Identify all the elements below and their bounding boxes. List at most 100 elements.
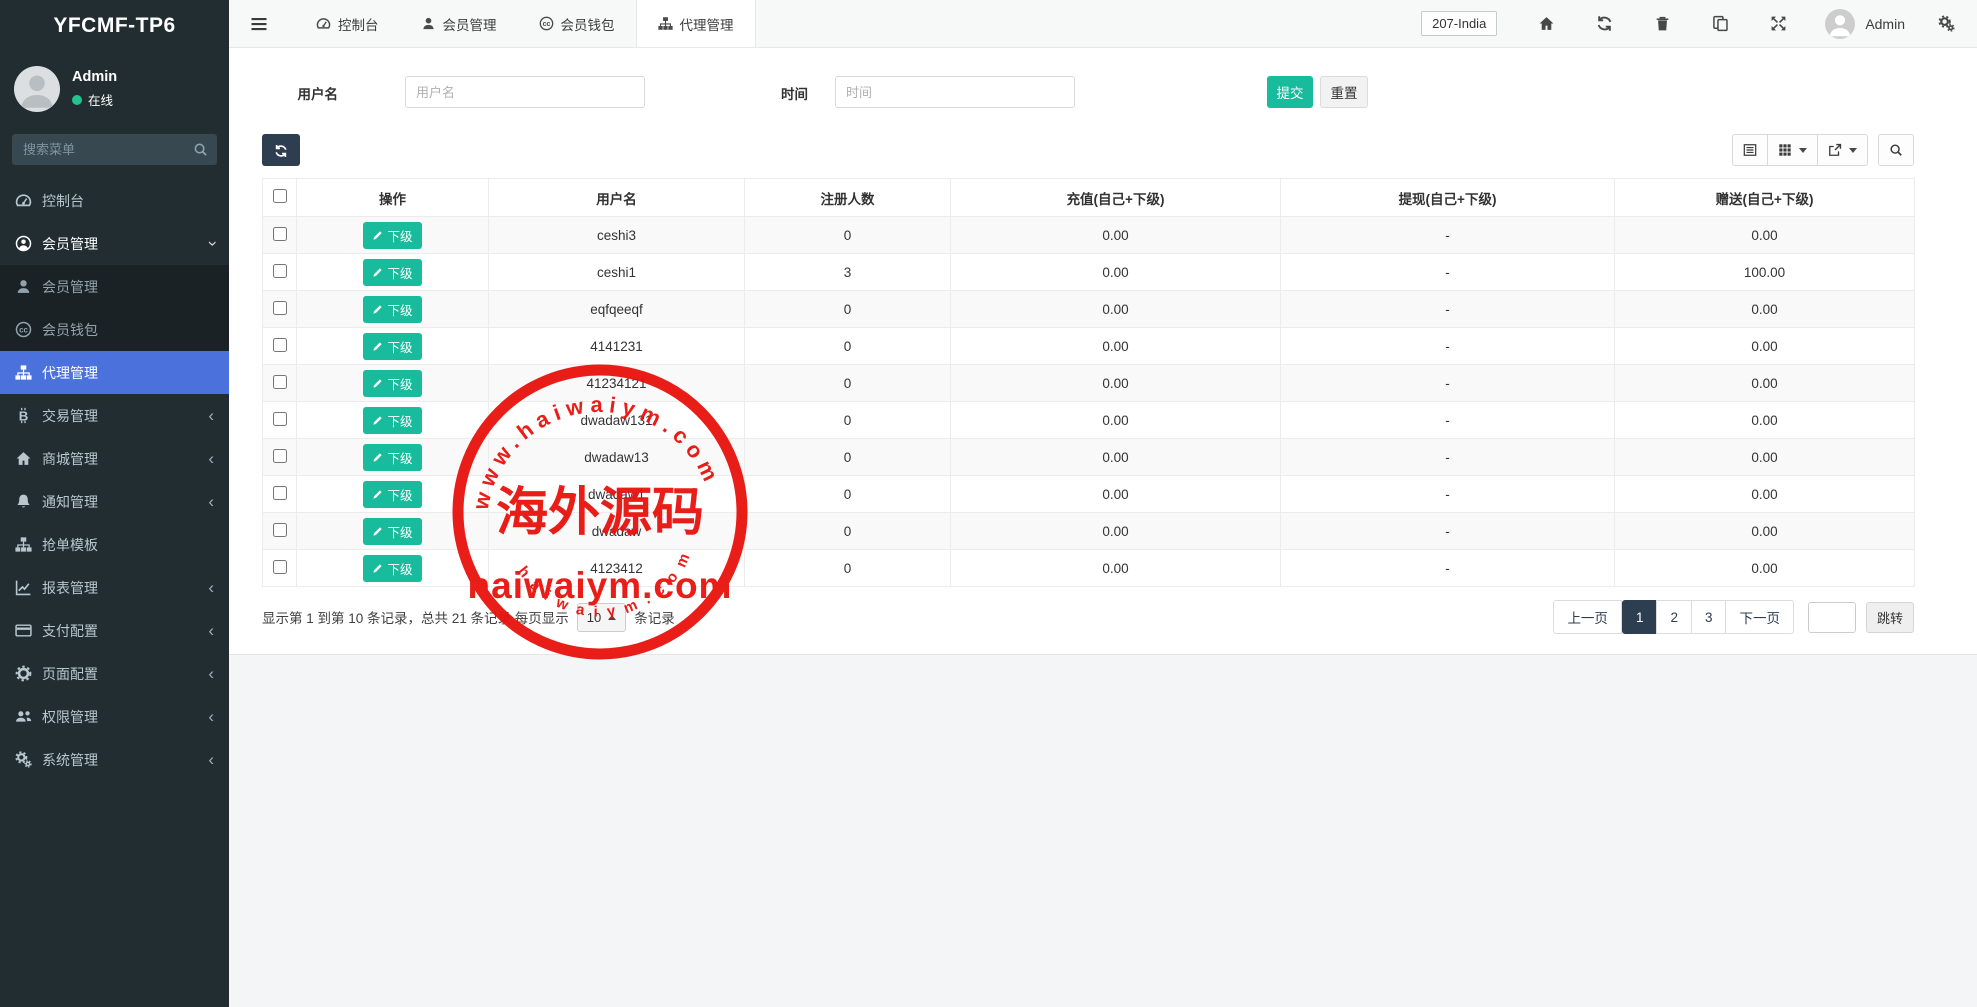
recharge-cell: 0.00 [951,217,1281,254]
gift-cell: 0.00 [1615,291,1915,328]
submit-button[interactable]: 提交 [1267,76,1313,108]
row-checkbox[interactable] [273,264,287,278]
chevron-left-icon: ‹ [208,407,214,424]
jump-button[interactable]: 跳转 [1866,602,1914,633]
sidebar-item-2[interactable]: 会员管理 [0,265,229,308]
home-icon[interactable] [1538,15,1555,32]
sidebar-item-label: 通知管理 [42,492,98,512]
refresh-icon[interactable] [1596,15,1613,32]
time-input[interactable] [835,76,1075,108]
table-row: 下级dwadaw00.00-0.00 [263,513,1915,550]
home-icon [15,450,32,467]
registered-cell: 0 [745,513,951,550]
tab-3[interactable]: 代理管理 [636,0,756,47]
sidebar-item-11[interactable]: 页面配置 ‹ [0,652,229,695]
gift-cell: 0.00 [1615,365,1915,402]
sub-agents-button[interactable]: 下级 [363,518,421,545]
online-dot-icon [72,95,82,105]
row-checkbox[interactable] [273,227,287,241]
admin-menu[interactable]: Admin [1865,16,1905,32]
sub-agents-button[interactable]: 下级 [363,259,421,286]
chevron-left-icon: ‹ [208,665,214,682]
sidebar-item-9[interactable]: 报表管理‹ [0,566,229,609]
jump-page-input[interactable] [1808,602,1856,633]
tab-1[interactable]: 会员管理 [400,0,518,47]
search-icon[interactable] [193,142,208,157]
row-checkbox[interactable] [273,486,287,500]
sub-agents-button-label: 下级 [387,374,412,393]
sub-agents-button[interactable]: 下级 [363,444,421,471]
chevron-down-icon [1799,148,1807,153]
page-size-select[interactable]: 10 [577,603,626,632]
region-selector[interactable]: 207-India [1421,11,1497,36]
sidebar-item-label: 页面配置 [42,664,98,684]
reset-button[interactable]: 重置 [1320,76,1368,108]
toggle-view-button[interactable] [1732,134,1768,166]
sidebar-item-1[interactable]: 会员管理‹ [0,222,229,265]
cc-icon: cc [539,16,554,31]
sidebar-item-3[interactable]: cc会员钱包 [0,308,229,351]
prev-page-button[interactable]: 上一页 [1553,600,1622,634]
next-page-button[interactable]: 下一页 [1725,600,1794,634]
sitemap-icon [15,536,32,553]
sub-agents-button-label: 下级 [387,226,412,245]
table-row: 下级eqfqeeqf00.00-0.00 [263,291,1915,328]
sidebar: YFCMF-TP6 Admin 在线 控制台会员管理‹会员管理cc会员钱包代理管… [0,0,229,1007]
column-header: 赠送(自己+下级) [1615,179,1915,217]
withdraw-cell: - [1281,439,1615,476]
row-checkbox[interactable] [273,560,287,574]
sub-agents-button[interactable]: 下级 [363,370,421,397]
sub-agents-button[interactable]: 下级 [363,555,421,582]
avatar[interactable] [1825,9,1855,39]
table-refresh-button[interactable] [262,134,300,166]
sub-agents-button[interactable]: 下级 [363,222,421,249]
row-checkbox[interactable] [273,449,287,463]
columns-button[interactable] [1767,134,1818,166]
card-icon [15,622,32,639]
grid-columns-icon [1778,143,1792,157]
row-checkbox[interactable] [273,338,287,352]
sidebar-item-7[interactable]: 通知管理‹ [0,480,229,523]
sidebar-item-label: 会员钱包 [42,320,98,340]
sidebar-item-0[interactable]: 控制台 [0,179,229,222]
tab-2[interactable]: cc会员钱包 [518,0,636,47]
sidebar-item-10[interactable]: 支付配置‹ [0,609,229,652]
clear-cache-icon[interactable] [1712,15,1729,32]
settings-cogs-icon[interactable] [1938,15,1955,32]
search-toggle-button[interactable] [1878,134,1914,166]
sidebar-item-12[interactable]: 权限管理‹ [0,695,229,738]
sub-agents-button[interactable]: 下级 [363,333,421,360]
registered-cell: 0 [745,550,951,587]
menu-search-input[interactable] [12,134,217,165]
page-button-1[interactable]: 1 [1622,600,1658,634]
row-checkbox[interactable] [273,523,287,537]
sidebar-menu: 控制台会员管理‹会员管理cc会员钱包代理管理B交易管理‹商城管理‹通知管理‹抢单… [0,179,229,781]
sidebar-item-label: 抢单模板 [42,535,98,555]
trash-icon[interactable] [1654,15,1671,32]
sidebar-item-13[interactable]: 系统管理‹ [0,738,229,781]
sidebar-item-4[interactable]: 代理管理 [0,351,229,394]
page-button-2[interactable]: 2 [1656,600,1692,634]
sidebar-item-8[interactable]: 抢单模板 [0,523,229,566]
sub-agents-button[interactable]: 下级 [363,481,421,508]
username-input[interactable] [405,76,645,108]
row-checkbox[interactable] [273,375,287,389]
sub-agents-button[interactable]: 下级 [363,296,421,323]
recharge-cell: 0.00 [951,550,1281,587]
agents-table: 操作用户名注册人数充值(自己+下级)提现(自己+下级)赠送(自己+下级) 下级c… [262,178,1915,587]
username-cell: dwadaw [489,513,745,550]
withdraw-cell: - [1281,217,1615,254]
sidebar-item-5[interactable]: B交易管理‹ [0,394,229,437]
page-button-3[interactable]: 3 [1691,600,1727,634]
chevron-left-icon: ‹ [208,708,214,725]
export-button[interactable] [1817,134,1868,166]
hamburger-icon[interactable] [249,14,269,34]
users-icon [15,708,32,725]
sub-agents-button[interactable]: 下级 [363,407,421,434]
sidebar-item-6[interactable]: 商城管理‹ [0,437,229,480]
tab-0[interactable]: 控制台 [295,0,400,47]
fullscreen-icon[interactable] [1770,15,1787,32]
row-checkbox[interactable] [273,412,287,426]
row-checkbox[interactable] [273,301,287,315]
select-all-checkbox[interactable] [273,189,287,203]
